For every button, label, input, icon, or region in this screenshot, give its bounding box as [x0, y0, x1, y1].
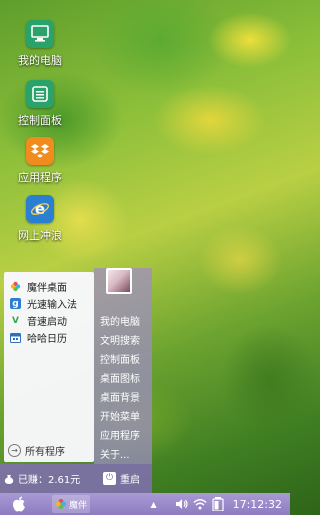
volume-icon[interactable] — [175, 497, 189, 511]
taskbar: 魔伴 ▲ 17:12:32 — [0, 493, 290, 515]
battery-icon[interactable] — [211, 497, 225, 511]
start-menu-item-calendar[interactable]: 哈哈日历 — [4, 329, 94, 346]
avatar[interactable] — [106, 268, 132, 294]
link-applications[interactable]: 应用程序 — [100, 427, 140, 442]
internet-explorer-icon: e — [26, 195, 54, 223]
start-menu-item-label: 魔伴桌面 — [27, 283, 67, 294]
link-search[interactable]: 文明搜索 — [100, 332, 140, 347]
desktop-icon-label: 我的电脑 — [18, 54, 62, 67]
desktop-icon-label: 网上冲浪 — [18, 229, 62, 242]
link-control-panel[interactable]: 控制面板 — [100, 351, 140, 366]
start-menu-item-label: 音速启动 — [27, 317, 67, 328]
earnings-label: 已赚：2.61元 — [18, 475, 81, 486]
link-desktop-background[interactable]: 桌面背景 — [100, 389, 140, 404]
calendar-icon — [10, 332, 21, 343]
desktop-icon-applications[interactable]: 应用程序 — [8, 137, 72, 185]
launch-icon: V — [12, 315, 19, 326]
dropbox-icon — [26, 137, 54, 165]
desktop-icon-label: 控制面板 — [18, 114, 62, 127]
start-menu-footer: 已赚：2.61元 ⏻ 重启 — [0, 464, 152, 493]
system-tray: ▲ 17:12:32 — [143, 497, 290, 511]
taskbar-app-mobian[interactable]: 魔伴 — [52, 495, 91, 513]
start-menu-item-input-method[interactable]: g 光速输入法 — [4, 295, 94, 312]
clock[interactable]: 17:12:32 — [233, 498, 282, 511]
start-menu-item-mobian-desktop[interactable]: 魔伴桌面 — [4, 278, 94, 295]
restart-button[interactable]: ⏻ 重启 — [103, 471, 140, 486]
start-menu-app-list: 魔伴桌面 g 光速输入法 V 音速启动 哈哈日历 → 所有程序 — [4, 272, 94, 462]
all-programs-button[interactable]: → 所有程序 — [8, 443, 65, 458]
start-menu: 魔伴桌面 g 光速输入法 V 音速启动 哈哈日历 → 所有程序 我的电脑 文明搜… — [0, 268, 152, 493]
chevron-up-icon[interactable]: ▲ — [147, 497, 161, 511]
desktop-icon-internet[interactable]: e 网上冲浪 — [8, 195, 72, 243]
earnings[interactable]: 已赚：2.61元 — [4, 471, 80, 486]
link-about[interactable]: 关于... — [100, 446, 130, 461]
arrow-right-icon: → — [8, 444, 21, 457]
computer-icon — [26, 20, 54, 48]
all-programs-label: 所有程序 — [25, 447, 65, 458]
flower-icon — [55, 498, 67, 510]
link-my-computer[interactable]: 我的电脑 — [100, 313, 140, 328]
restart-label: 重启 — [120, 475, 140, 486]
desktop-icon-control-panel[interactable]: 控制面板 — [8, 80, 72, 128]
desktop-icon-label: 应用程序 — [18, 171, 62, 184]
wifi-icon[interactable] — [193, 497, 207, 511]
start-menu-item-quick-launch[interactable]: V 音速启动 — [4, 312, 94, 329]
start-menu-item-label: 光速输入法 — [27, 300, 77, 311]
desktop-icon-my-computer[interactable]: 我的电脑 — [8, 20, 72, 68]
start-menu-item-label: 哈哈日历 — [27, 334, 67, 345]
taskbar-app-label: 魔伴 — [69, 500, 88, 511]
start-menu-links: 我的电脑 文明搜索 控制面板 桌面图标 桌面背景 开始菜单 应用程序 关于... — [94, 268, 152, 464]
flower-icon — [10, 281, 21, 292]
input-method-icon: g — [10, 298, 21, 309]
control-panel-icon — [26, 80, 54, 108]
link-start-menu[interactable]: 开始菜单 — [100, 408, 140, 423]
power-icon: ⏻ — [103, 472, 116, 485]
start-button[interactable] — [8, 493, 30, 515]
apple-icon — [13, 496, 25, 512]
money-bag-icon — [4, 474, 14, 484]
link-desktop-icons[interactable]: 桌面图标 — [100, 370, 140, 385]
svg-text:e: e — [35, 200, 45, 218]
